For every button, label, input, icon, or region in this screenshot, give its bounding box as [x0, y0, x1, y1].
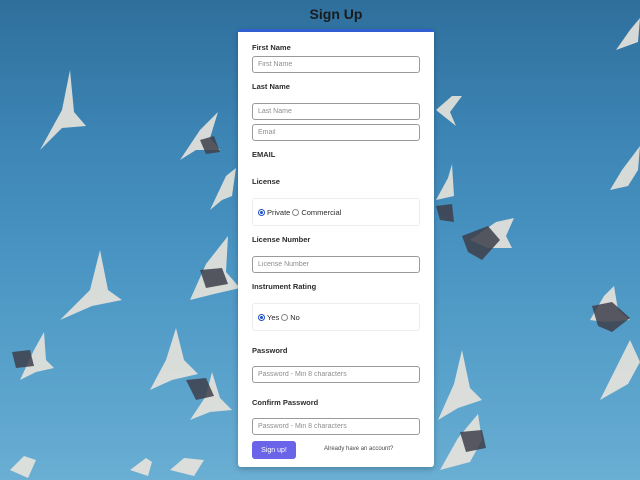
bird-shape: [590, 286, 630, 322]
first-name-input[interactable]: [252, 56, 420, 73]
bird-shape: [20, 332, 54, 380]
bird-shape: [40, 70, 86, 150]
bird-shape: [190, 372, 232, 420]
bird-shape: [616, 18, 640, 50]
license-radio-group: Private Commercial: [252, 198, 420, 226]
bird-shape: [200, 268, 228, 288]
bird-shape: [186, 378, 214, 400]
license-number-input[interactable]: [252, 256, 420, 273]
bird-shape: [12, 350, 34, 368]
password-input[interactable]: [252, 366, 420, 383]
instrument-option-yes[interactable]: Yes: [258, 313, 279, 322]
signup-button[interactable]: Sign up!: [252, 441, 296, 459]
instrument-option-yes-label: Yes: [267, 312, 280, 322]
bird-shape: [592, 302, 630, 332]
bird-shape: [60, 250, 122, 320]
email-label: EMAIL: [252, 150, 276, 159]
email-input[interactable]: [252, 124, 420, 141]
last-name-label: Last Name: [252, 82, 290, 91]
bird-shape: [210, 168, 236, 210]
instrument-rating-label: Instrument Rating: [252, 282, 317, 291]
bird-shape: [436, 164, 454, 200]
confirm-password-label: Confirm Password: [252, 398, 319, 407]
last-name-input[interactable]: [252, 103, 420, 120]
login-link[interactable]: Already have an account?: [324, 446, 393, 452]
password-label: Password: [252, 346, 288, 355]
bird-shape: [130, 458, 152, 476]
license-number-label: License Number: [252, 235, 311, 244]
radio-selected-icon[interactable]: [258, 208, 265, 216]
first-name-label: First Name: [252, 43, 291, 52]
bird-shape: [600, 340, 640, 400]
page-title: Sign Up: [309, 6, 363, 22]
bird-shape: [460, 430, 486, 452]
bird-shape: [436, 96, 462, 126]
bird-shape: [180, 112, 220, 160]
license-label: License: [252, 177, 280, 186]
instrument-rating-radio-group: Yes No: [252, 303, 420, 331]
license-option-private-label: Private: [267, 207, 291, 217]
bird-shape: [190, 236, 240, 300]
license-option-private[interactable]: Private: [258, 208, 290, 217]
bird-shape: [200, 136, 220, 154]
instrument-option-no-label: No: [290, 312, 300, 322]
bird-shape: [462, 226, 500, 260]
instrument-option-no[interactable]: No: [281, 313, 300, 322]
confirm-password-input[interactable]: [252, 418, 420, 435]
radio-selected-icon[interactable]: [258, 313, 265, 321]
bird-shape: [438, 350, 482, 420]
bird-shape: [150, 328, 198, 390]
bird-shape: [440, 414, 482, 470]
bird-shape: [436, 204, 454, 222]
license-option-commercial-label: Commercial: [301, 207, 342, 217]
signup-form-card: First Name Last Name EMAIL License Priva…: [238, 29, 434, 467]
bird-shape: [470, 218, 514, 248]
bird-shape: [610, 146, 640, 190]
radio-unselected-icon[interactable]: [281, 313, 289, 321]
bird-shape: [10, 456, 36, 478]
bird-shape: [170, 458, 204, 476]
radio-unselected-icon[interactable]: [292, 208, 300, 216]
license-option-commercial[interactable]: Commercial: [292, 208, 341, 217]
